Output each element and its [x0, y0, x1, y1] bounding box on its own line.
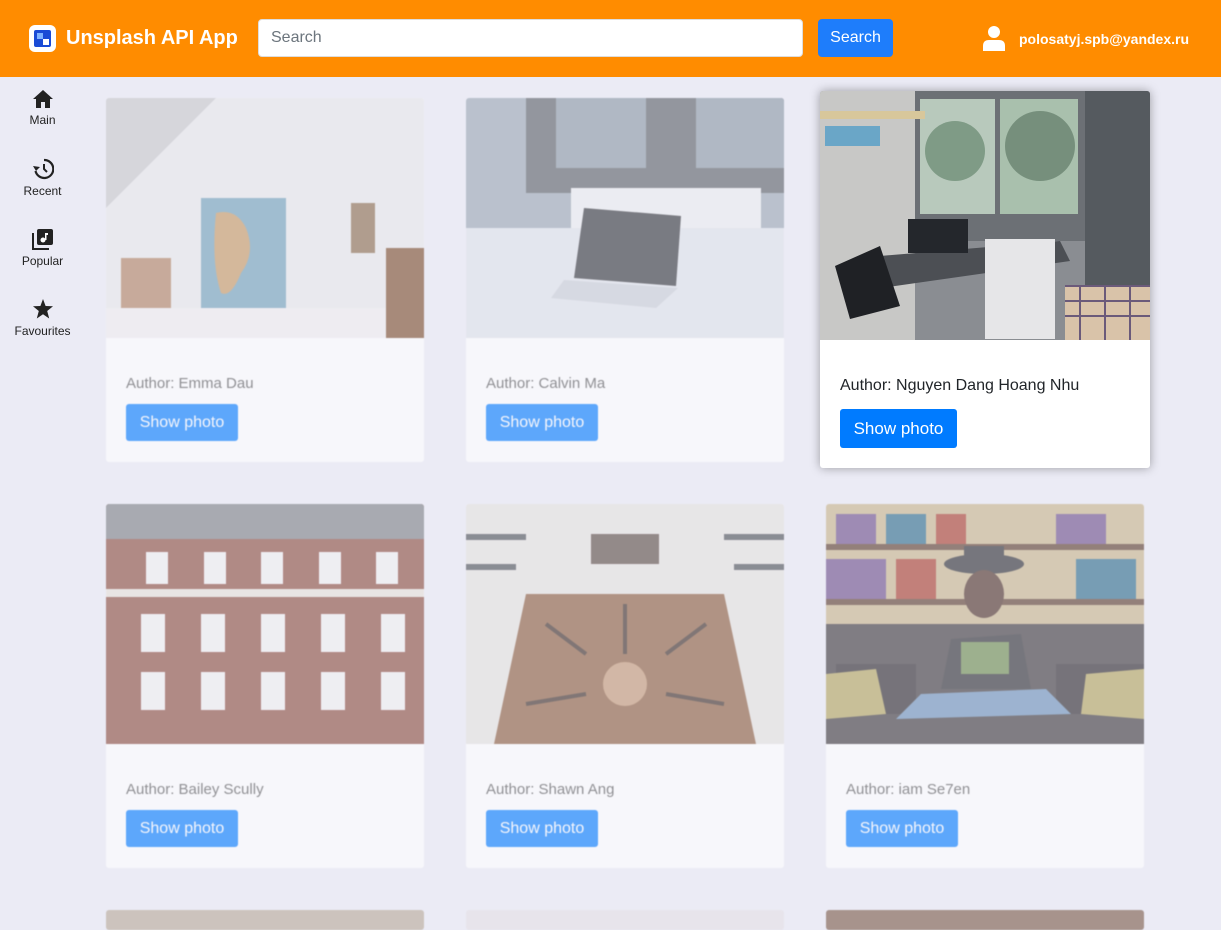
photo-thumbnail[interactable]: [820, 91, 1150, 340]
author-name: Author: Bailey Scully: [126, 781, 264, 798]
sidebar-item-recent[interactable]: Recent: [0, 158, 85, 213]
show-photo-button[interactable]: Show photo: [486, 810, 598, 847]
app-title[interactable]: Unsplash API App: [66, 27, 238, 50]
author-name: Author: Shawn Ang: [486, 781, 615, 798]
photo-thumbnail[interactable]: [466, 504, 784, 744]
photo-card: Author: Bailey Scully Show photo: [106, 504, 424, 868]
star-icon: [32, 299, 53, 319]
search-button[interactable]: Search: [818, 19, 893, 57]
sidebar-item-label: Favourites: [14, 324, 71, 338]
sidebar-item-main[interactable]: Main: [0, 89, 85, 144]
photo-card: Author: Calvin Ma Show photo: [466, 98, 784, 462]
photo-card: Author: Emma Dau Show photo: [106, 98, 424, 462]
sidebar-item-popular[interactable]: Popular: [0, 228, 85, 283]
photo-thumbnail[interactable]: [106, 98, 424, 338]
history-icon: [32, 158, 54, 180]
author-name: Author: Emma Dau: [126, 375, 254, 392]
author-name: Author: Nguyen Dang Hoang Nhu: [840, 377, 1080, 394]
photo-card: Author: Nguyen Dang Hoang Nhu Show photo: [820, 91, 1150, 468]
search-input[interactable]: [258, 19, 803, 57]
show-photo-button[interactable]: Show photo: [486, 404, 598, 441]
photo-card: [826, 910, 1144, 930]
photo-thumbnail[interactable]: [106, 910, 424, 930]
show-photo-button[interactable]: Show photo: [126, 404, 238, 441]
photo-thumbnail[interactable]: [826, 504, 1144, 744]
library-music-icon: [31, 229, 53, 250]
photo-card: [106, 910, 424, 930]
photo-thumbnail[interactable]: [466, 910, 784, 930]
photo-card: Author: Shawn Ang Show photo: [466, 504, 784, 868]
author-name: Author: iam Se7en: [846, 781, 971, 798]
show-photo-button[interactable]: Show photo: [840, 409, 957, 448]
photo-thumbnail[interactable]: [106, 504, 424, 744]
author-name: Author: Calvin Ma: [486, 375, 606, 392]
photo-card: Author: iam Se7en Show photo: [826, 504, 1144, 868]
show-photo-button[interactable]: Show photo: [126, 810, 238, 847]
show-photo-button[interactable]: Show photo: [846, 810, 958, 847]
app-header: Unsplash API App Search polosatyj.spb@ya…: [0, 0, 1221, 77]
app-logo-icon: [29, 25, 56, 52]
sidebar-item-favourites[interactable]: Favourites: [0, 298, 85, 353]
sidebar-item-label: Popular: [21, 254, 64, 268]
user-icon[interactable]: [983, 25, 1005, 51]
sidebar-item-label: Recent: [23, 184, 62, 198]
photo-card: [466, 910, 784, 930]
user-email[interactable]: polosatyj.spb@yandex.ru: [1019, 31, 1189, 47]
home-icon: [32, 90, 53, 108]
photo-thumbnail[interactable]: [466, 98, 784, 338]
photo-thumbnail[interactable]: [826, 910, 1144, 930]
sidebar-item-label: Main: [29, 113, 56, 127]
